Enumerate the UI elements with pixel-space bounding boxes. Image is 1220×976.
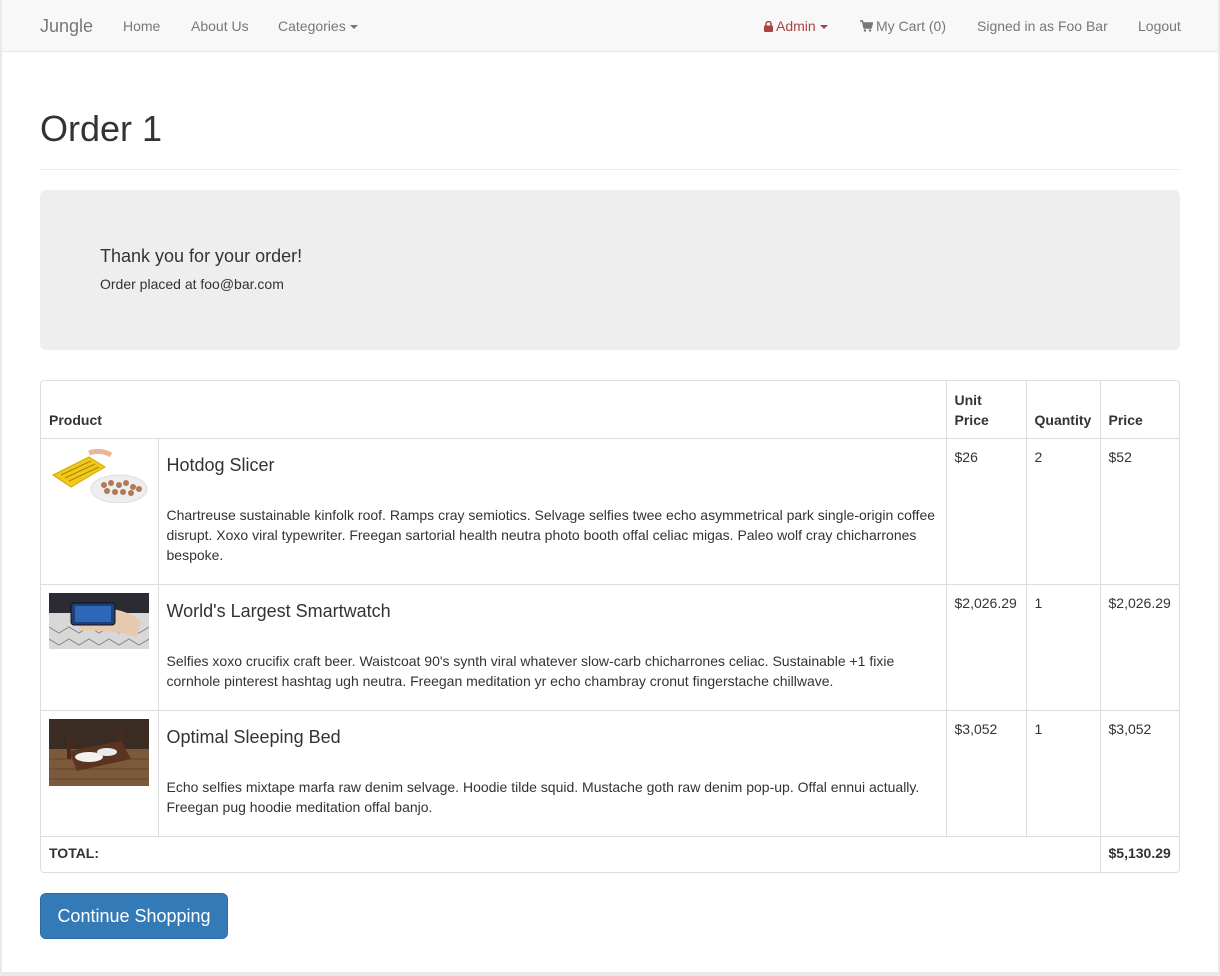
chevron-down-icon [819,25,828,30]
nav-admin-dropdown[interactable]: Admin [764,0,828,52]
page-title: Order 1 [40,108,163,149]
table-row: World's Largest Smartwatch Selfies xoxo … [41,584,1179,711]
total-label: TOTAL: [41,836,1101,872]
nav-categories-dropdown[interactable]: Categories [278,0,358,52]
header-product: Product [41,381,947,439]
table-row: Hotdog Slicer Chartreuse sustainable kin… [41,438,1179,585]
brand-link[interactable]: Jungle [40,0,93,52]
header-quantity: Quantity [1026,381,1101,439]
product-description: Echo selfies mixtape marfa raw denim sel… [166,778,920,815]
price-cell: $2,026.29 [1100,584,1179,711]
sleeping-bed-image [49,718,149,786]
price-cell: $52 [1100,438,1179,585]
order-table: Product Unit Price Quantity Price Hotdog… [40,380,1180,873]
table-row: Optimal Sleeping Bed Echo selfies mixtap… [41,710,1179,837]
product-image-cell [41,438,159,585]
table-header-row: Product Unit Price Quantity Price [41,381,1179,439]
navbar: Jungle Home About Us Categories Admin My… [2,0,1218,52]
product-name[interactable]: Hotdog Slicer [167,455,938,475]
thank-you-message: Thank you for your order! [100,246,303,266]
unit-price-cell: $26 [946,438,1027,585]
nav-cart-label: My Cart (0) [876,18,946,34]
product-image-cell [41,584,159,711]
product-info-cell: World's Largest Smartwatch Selfies xoxo … [158,584,947,711]
nav-cart[interactable]: My Cart (0) [860,0,946,52]
title-divider [40,169,1180,170]
order-placed-message: Order placed at foo@bar.com [100,276,284,292]
quantity-cell: 1 [1026,710,1101,837]
nav-logout[interactable]: Logout [1138,0,1181,52]
unit-price-cell: $2,026.29 [946,584,1027,711]
continue-shopping-button[interactable]: Continue Shopping [40,893,228,939]
product-info-cell: Optimal Sleeping Bed Echo selfies mixtap… [158,710,947,837]
smartwatch-image [49,592,149,649]
chevron-down-icon [349,25,358,30]
product-description: Selfies xoxo crucifix craft beer. Waistc… [166,652,895,689]
product-name[interactable]: World's Largest Smartwatch [167,601,938,621]
quantity-cell: 2 [1026,438,1101,585]
nav-categories-label: Categories [278,18,346,34]
quantity-cell: 1 [1026,584,1101,711]
price-cell: $3,052 [1100,710,1179,837]
header-price: Price [1100,381,1179,439]
lock-icon [764,21,773,32]
total-row: TOTAL: $5,130.29 [41,836,1179,872]
page: Jungle Home About Us Categories Admin My… [2,0,1218,972]
nav-signed-in[interactable]: Signed in as Foo Bar [977,0,1108,52]
nav-about[interactable]: About Us [191,0,249,52]
product-info-cell: Hotdog Slicer Chartreuse sustainable kin… [158,438,947,585]
product-name[interactable]: Optimal Sleeping Bed [167,727,938,747]
cart-icon [860,20,873,32]
hotdog-slicer-image [49,446,149,503]
product-description: Chartreuse sustainable kinfolk roof. Ram… [166,506,936,563]
total-value: $5,130.29 [1108,844,1171,861]
product-image-cell [41,710,159,837]
unit-price-cell: $3,052 [946,710,1027,837]
header-unit-price: Unit Price [946,381,1027,439]
nav-home[interactable]: Home [123,0,160,52]
order-confirmation-panel: Thank you for your order! Order placed a… [40,190,1180,350]
nav-admin-label: Admin [776,18,816,34]
